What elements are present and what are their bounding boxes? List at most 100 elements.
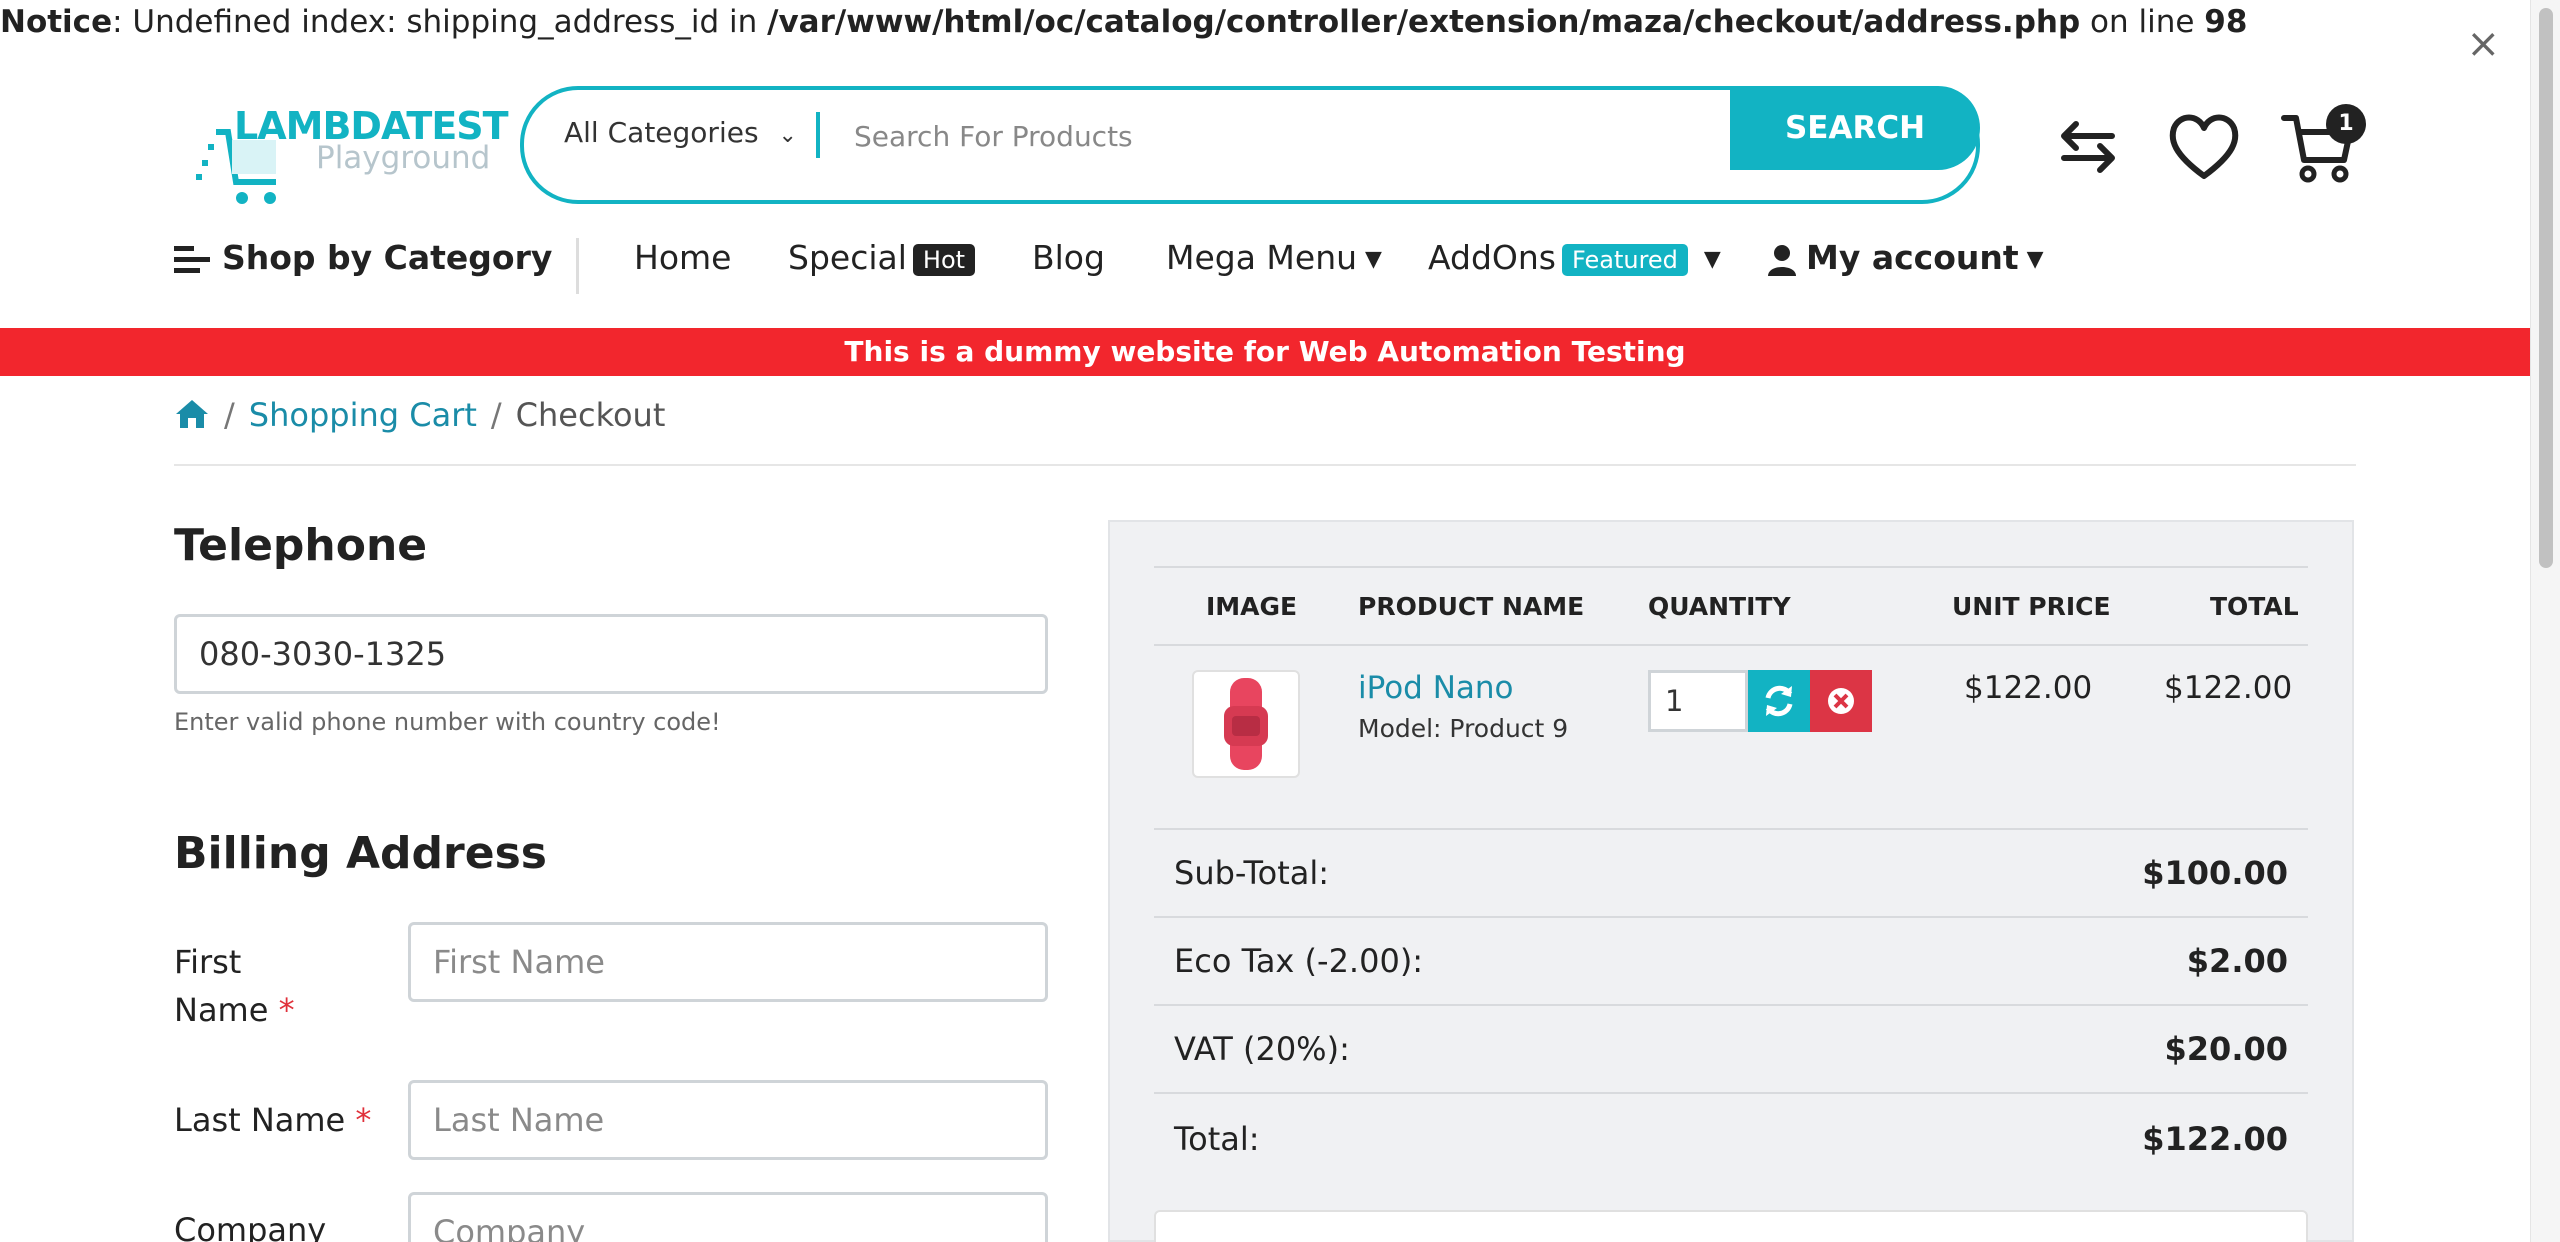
notice-banner: This is a dummy website for Web Automati…	[0, 328, 2530, 376]
remove-item-button[interactable]	[1810, 670, 1872, 732]
caret-down-icon: ▼	[2026, 247, 2044, 272]
nav-mega-menu[interactable]: Mega Menu ▼	[1166, 238, 1382, 277]
notice-line: 98	[2204, 4, 2248, 40]
telephone-heading: Telephone	[174, 520, 428, 571]
first-name-label-line2: Name	[174, 991, 269, 1029]
totals-divider	[1154, 916, 2308, 918]
totals-divider	[1154, 828, 2308, 830]
first-name-label: First Name *	[174, 938, 295, 1034]
cart-count-badge: 1	[2326, 104, 2366, 144]
subtotal-value: $100.00	[2142, 854, 2288, 892]
refresh-icon	[1765, 685, 1793, 717]
first-name-field[interactable]	[408, 922, 1048, 1002]
vat-label: VAT (20%):	[1174, 1030, 1350, 1068]
hot-badge: Hot	[912, 243, 976, 276]
notice-path: /var/www/html/oc/catalog/controller/exte…	[767, 4, 2081, 40]
company-label: Company	[174, 1211, 327, 1242]
home-icon[interactable]	[174, 398, 210, 430]
shop-by-category[interactable]: Shop by Category	[174, 238, 552, 277]
scrollbar-thumb[interactable]	[2539, 8, 2553, 568]
last-name-label-text: Last Name	[174, 1101, 346, 1139]
category-select-value: All Categories	[564, 116, 759, 149]
site-logo[interactable]: LAMBDATEST Playground	[196, 104, 509, 204]
notice-on-line: on line	[2080, 4, 2205, 40]
col-unit-price: UNIT PRICE	[1952, 592, 2111, 621]
quantity-input[interactable]: 1	[1648, 670, 1748, 732]
unit-price: $122.00	[1964, 670, 2093, 706]
breadcrumb-checkout: Checkout	[515, 396, 666, 434]
col-total: TOTAL	[2210, 592, 2299, 621]
telephone-value: 080-3030-1325	[199, 635, 447, 673]
nav-my-account[interactable]: My account ▼	[1768, 238, 2044, 277]
main-nav: Shop by Category Home Special Hot Blog Me…	[174, 238, 2074, 298]
totals-divider	[1154, 1004, 2308, 1006]
table-header-border	[1154, 644, 2308, 646]
featured-badge: Featured	[1561, 243, 1688, 276]
product-image[interactable]	[1192, 670, 1300, 778]
eco-tax-label: Eco Tax (-2.00):	[1174, 942, 1424, 980]
search-input[interactable]	[854, 106, 1744, 166]
nav-home[interactable]: Home	[634, 238, 731, 277]
close-notice-icon[interactable]: ×	[2466, 24, 2500, 64]
caret-down-icon: ▼	[1703, 247, 1721, 272]
company-field[interactable]	[408, 1192, 1048, 1242]
nav-addons[interactable]: AddOns Featured ▼	[1428, 238, 1721, 277]
col-quantity: QUANTITY	[1648, 592, 1791, 621]
vat-value: $20.00	[2164, 1030, 2288, 1068]
shop-by-category-label: Shop by Category	[222, 238, 553, 277]
first-name-input[interactable]	[433, 943, 1045, 981]
update-quantity-button[interactable]	[1748, 670, 1810, 732]
search-button[interactable]: SEARCH	[1730, 86, 1980, 170]
subtotal-label: Sub-Total:	[1174, 854, 1330, 892]
fitness-band-image	[1224, 678, 1268, 770]
wishlist-heart-icon[interactable]	[2164, 106, 2244, 186]
page-scrollbar[interactable]	[2530, 0, 2560, 1242]
compare-icon[interactable]	[2048, 106, 2128, 186]
last-name-label: Last Name *	[174, 1096, 371, 1144]
search-divider	[816, 112, 820, 158]
chevron-down-icon: ⌄	[778, 123, 797, 148]
product-name-link[interactable]: iPod Nano	[1358, 670, 1514, 706]
product-model: Model: Product 9	[1358, 714, 1569, 743]
telephone-help-text: Enter valid phone number with country co…	[174, 708, 721, 736]
col-product-name: PRODUCT NAME	[1358, 592, 1585, 621]
eco-tax-value: $2.00	[2186, 942, 2288, 980]
total-label: Total:	[1174, 1120, 1260, 1158]
menu-icon	[174, 245, 210, 273]
breadcrumb: / Shopping Cart / Checkout	[174, 396, 665, 434]
required-mark: *	[278, 991, 295, 1029]
breadcrumb-separator: /	[224, 396, 235, 434]
nav-addons-label: AddOns	[1428, 238, 1556, 277]
nav-special-label: Special	[788, 238, 907, 277]
totals-divider	[1154, 1092, 2308, 1094]
nav-special[interactable]: Special Hot	[788, 238, 976, 277]
search-bar: All Categories ⌄ SEARCH	[520, 86, 1980, 204]
breadcrumb-shopping-cart[interactable]: Shopping Cart	[249, 396, 477, 434]
php-notice: Notice: Undefined index: shipping_addres…	[0, 4, 2247, 40]
nav-my-account-label: My account	[1806, 238, 2019, 277]
nav-blog[interactable]: Blog	[1032, 238, 1105, 277]
nav-mega-menu-label: Mega Menu	[1166, 238, 1358, 277]
next-section-box	[1154, 1210, 2308, 1242]
category-select[interactable]: All Categories ⌄	[564, 116, 797, 149]
first-name-label-line1: First	[174, 943, 242, 981]
telephone-field[interactable]: 080-3030-1325	[174, 614, 1048, 694]
nav-separator	[576, 238, 579, 294]
user-icon	[1768, 244, 1796, 276]
logo-sub-text: Playground	[316, 140, 491, 176]
notice-prefix: Notice	[0, 4, 113, 40]
caret-down-icon: ▼	[1365, 247, 1382, 272]
total-value: $122.00	[2142, 1120, 2288, 1158]
company-input[interactable]	[433, 1213, 1045, 1242]
line-total: $122.00	[2164, 670, 2293, 706]
billing-address-heading: Billing Address	[174, 828, 547, 879]
col-image: IMAGE	[1206, 592, 1298, 621]
breadcrumb-divider	[174, 464, 2356, 466]
required-mark: *	[355, 1101, 372, 1139]
table-top-border	[1154, 566, 2308, 568]
last-name-field[interactable]	[408, 1080, 1048, 1160]
remove-icon	[1828, 688, 1854, 714]
breadcrumb-separator: /	[490, 396, 502, 434]
last-name-input[interactable]	[433, 1101, 1045, 1139]
notice-message: : Undefined index: shipping_address_id i…	[112, 4, 768, 40]
